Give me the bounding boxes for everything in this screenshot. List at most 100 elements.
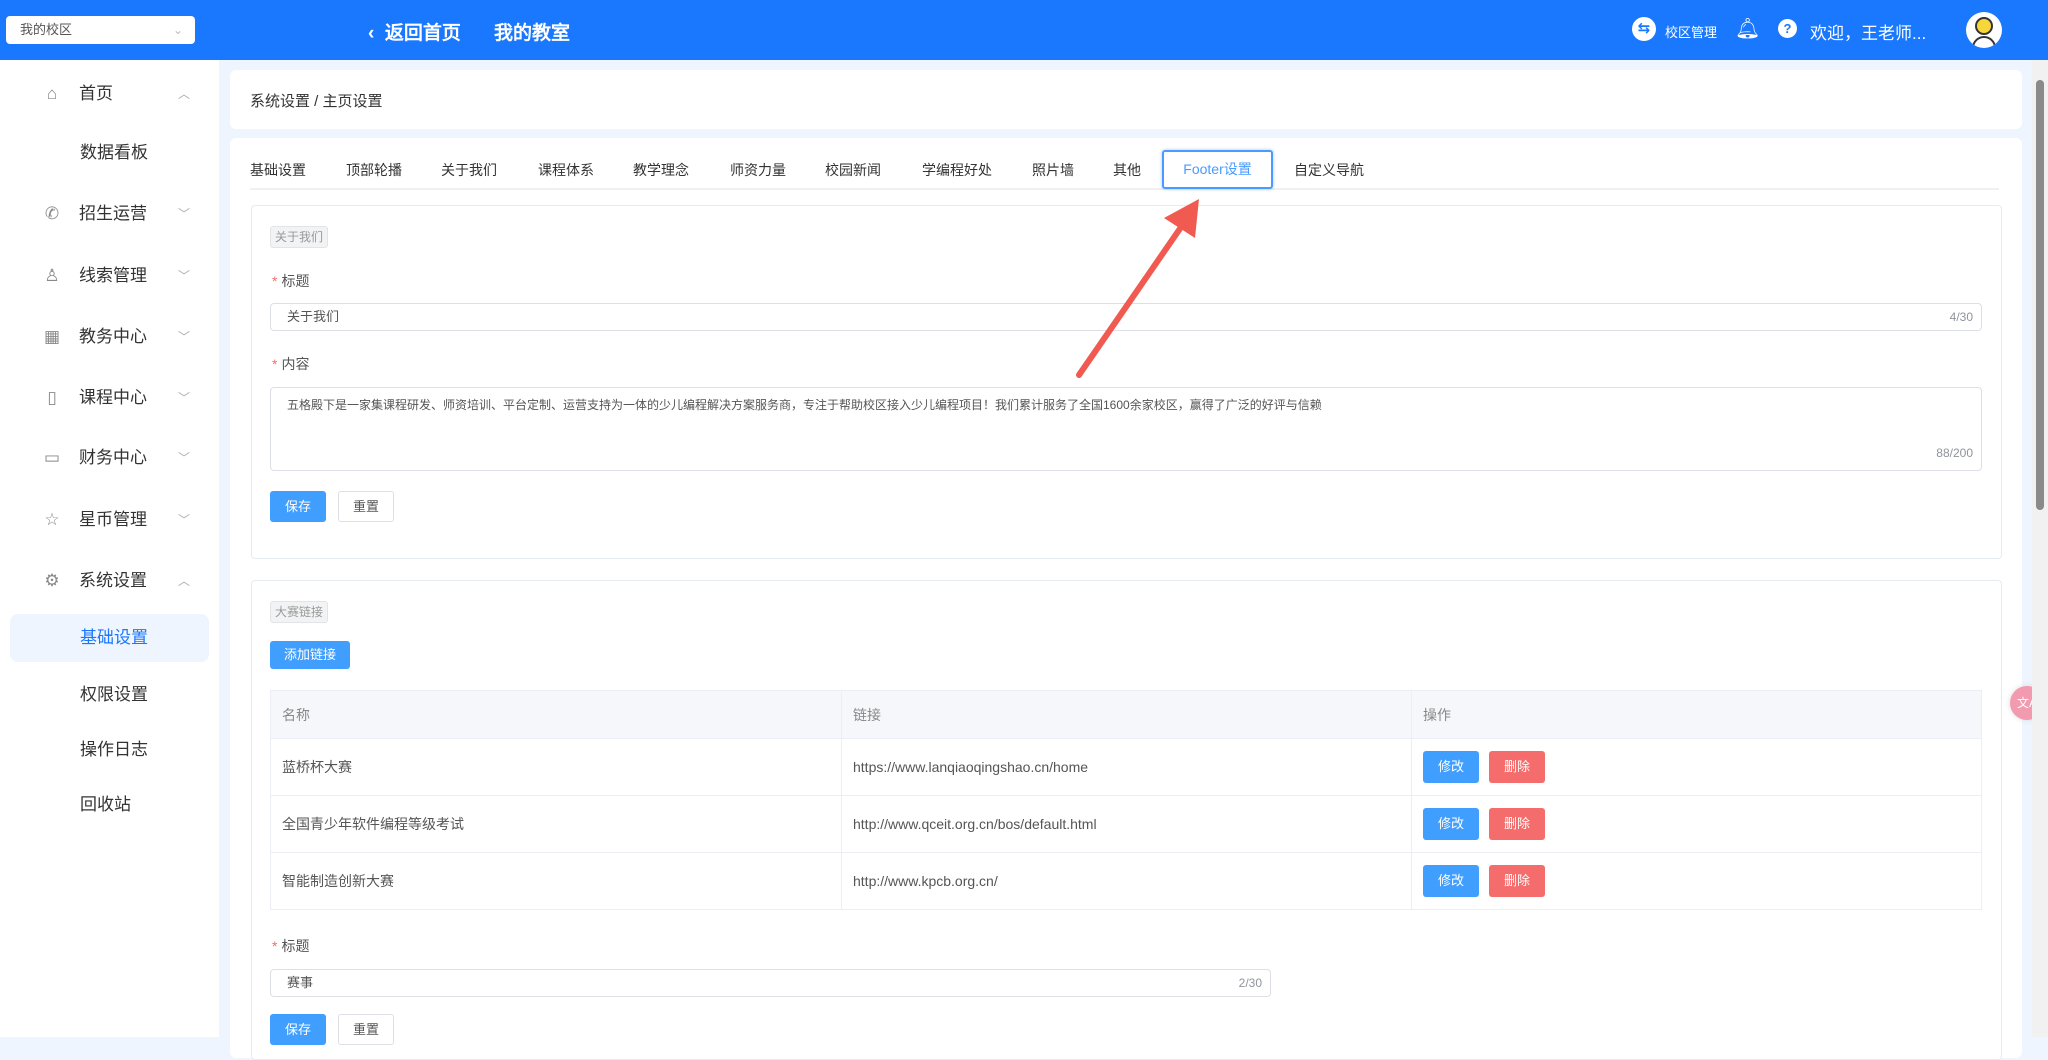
sidebar-item-leads[interactable]: ♙ 线索管理 ﹀ <box>0 254 219 298</box>
contest-link: http://www.kpcb.org.cn/ <box>841 852 1412 910</box>
help-icon[interactable]: ? <box>1778 19 1797 38</box>
my-classroom-link[interactable]: 我的教室 <box>494 18 570 45</box>
campus-manage-link[interactable]: 校区管理 <box>1665 22 1717 41</box>
sidebar: ⌂ 首页 ︿ 数据看板 ✆ 招生运营 ﹀ ♙ 线索管理 ﹀ ▦ 教务中心 ﹀ ▯ 课程中心 ﹀ ▭ 财… <box>0 60 219 1037</box>
sidebar-item-coins[interactable]: ☆ 星币管理 ﹀ <box>0 498 219 542</box>
table-header-row: 名称 链接 操作 <box>270 690 1982 739</box>
tab-footer-settings[interactable]: Footer设置 <box>1162 150 1273 189</box>
breadcrumb-card: 系统设置 / 主页设置 <box>230 70 2022 129</box>
sidebar-item-label: 星币管理 <box>79 510 147 529</box>
actions-cell: 修改 删除 <box>1411 852 1982 910</box>
edit-button[interactable]: 修改 <box>1423 751 1479 783</box>
sidebar-item-home[interactable]: ⌂ 首页 ︿ <box>0 72 219 116</box>
annotation-arrow-icon <box>1076 199 1199 378</box>
title-input-value: 关于我们 <box>287 309 340 324</box>
sidebar-item-label: 回收站 <box>80 795 131 814</box>
title-label: * 标题 <box>272 938 310 954</box>
card-icon: ▭ <box>43 448 61 467</box>
contest-name: 全国青少年软件编程等级考试 <box>270 795 842 853</box>
save-button[interactable]: 保存 <box>270 491 326 522</box>
edit-button[interactable]: 修改 <box>1423 865 1479 897</box>
sidebar-item-courses[interactable]: ▯ 课程中心 ﹀ <box>0 376 219 420</box>
sidebar-item-label: 招生运营 <box>79 204 147 223</box>
tab-custom-nav[interactable]: 自定义导航 <box>1294 160 1364 180</box>
column-header-link: 链接 <box>841 690 1412 739</box>
avatar-body-icon <box>1972 36 1996 48</box>
delete-button[interactable]: 删除 <box>1489 751 1545 783</box>
sidebar-item-logs[interactable]: 操作日志 <box>0 728 219 772</box>
section-tag: 大赛链接 <box>270 601 329 623</box>
sidebar-item-label: 财务中心 <box>79 448 147 467</box>
tab-curriculum[interactable]: 课程体系 <box>538 160 594 180</box>
sidebar-item-academic[interactable]: ▦ 教务中心 ﹀ <box>0 315 219 359</box>
contest-link: http://www.qceit.org.cn/bos/default.html <box>841 795 1412 853</box>
sidebar-item-permissions[interactable]: 权限设置 <box>0 673 219 717</box>
avatar-face-icon <box>1975 17 1993 35</box>
sidebar-item-label: 线索管理 <box>79 266 147 285</box>
chevron-up-icon: ︿ <box>178 87 191 101</box>
chevron-down-icon: ﹀ <box>178 207 191 221</box>
campus-select[interactable]: 我的校区 ⌄ <box>6 16 195 44</box>
building-icon: ▦ <box>43 327 61 346</box>
avatar[interactable] <box>1966 12 2002 48</box>
scrollbar-thumb[interactable] <box>2036 80 2044 510</box>
tab-carousel[interactable]: 顶部轮播 <box>346 160 402 180</box>
sidebar-item-label: 权限设置 <box>80 685 148 704</box>
reset-button[interactable]: 重置 <box>338 491 394 522</box>
switch-icon[interactable]: ⇆ <box>1632 17 1656 41</box>
content-label: * 内容 <box>272 356 310 372</box>
reset-button[interactable]: 重置 <box>338 1014 394 1045</box>
delete-button[interactable]: 删除 <box>1489 865 1545 897</box>
tab-basic[interactable]: 基础设置 <box>250 160 306 180</box>
title-label-text: 标题 <box>281 938 310 954</box>
char-count: 4/30 <box>1949 310 1973 324</box>
content-textarea-value: 五格殿下是一家集课程研发、师资培训、平台定制、运营支持为一体的少儿编程解决方案服… <box>287 398 1322 412</box>
sidebar-item-finance[interactable]: ▭ 财务中心 ﹀ <box>0 436 219 480</box>
tab-news[interactable]: 校园新闻 <box>825 160 881 180</box>
tab-photos[interactable]: 照片墙 <box>1032 160 1074 180</box>
sidebar-item-settings[interactable]: ⚙ 系统设置 ︿ <box>0 559 219 603</box>
tab-other[interactable]: 其他 <box>1113 160 1141 180</box>
chevron-left-icon: ‹ <box>368 23 385 44</box>
sidebar-item-basic-settings[interactable]: 基础设置 <box>10 614 209 662</box>
edit-button[interactable]: 修改 <box>1423 808 1479 840</box>
contest-table: 名称 链接 操作 蓝桥杯大赛 https://www.lanqiaoqingsh… <box>270 690 1982 910</box>
sidebar-item-label: 基础设置 <box>80 628 148 647</box>
delete-button[interactable]: 删除 <box>1489 808 1545 840</box>
chevron-up-icon: ︿ <box>178 574 191 588</box>
chevron-down-icon: ⌄ <box>172 23 183 37</box>
column-header-actions: 操作 <box>1411 690 1982 739</box>
home-icon: ⌂ <box>46 84 58 103</box>
phone-icon: ✆ <box>44 204 60 223</box>
title-label: * 标题 <box>272 273 310 289</box>
tab-benefits[interactable]: 学编程好处 <box>922 160 992 180</box>
bell-icon[interactable]: 🔔︎ <box>1735 16 1760 41</box>
user-icon: ♙ <box>44 266 60 285</box>
column-header-name: 名称 <box>270 690 842 739</box>
chevron-down-icon: ﹀ <box>178 269 191 283</box>
breadcrumb: 系统设置 / 主页设置 <box>250 93 383 110</box>
chevron-down-icon: ﹀ <box>178 391 191 405</box>
sidebar-item-recycle[interactable]: 回收站 <box>0 783 219 827</box>
star-icon: ☆ <box>44 510 60 529</box>
back-home-link[interactable]: ‹ 返回首页 <box>368 18 461 45</box>
contest-section: 大赛链接 添加链接 名称 链接 操作 蓝桥杯大赛 https://www.lan… <box>251 580 2002 1060</box>
contest-name: 蓝桥杯大赛 <box>270 738 842 796</box>
section-tag: 关于我们 <box>270 226 329 248</box>
sidebar-item-label: 课程中心 <box>79 388 147 407</box>
contest-title-input[interactable]: 赛事 2/30 <box>270 969 1271 997</box>
top-header: 我的校区 ⌄ ‹ 返回首页 我的教室 ⇆ 校区管理 🔔︎ ? 欢迎，王老师... <box>0 0 2048 60</box>
title-label-text: 标题 <box>281 273 310 289</box>
table-row: 全国青少年软件编程等级考试 http://www.qceit.org.cn/bo… <box>270 795 1982 853</box>
chevron-down-icon: ﹀ <box>178 451 191 465</box>
tab-philosophy[interactable]: 教学理念 <box>633 160 689 180</box>
actions-cell: 修改 删除 <box>1411 738 1982 796</box>
content-textarea[interactable]: 五格殿下是一家集课程研发、师资培训、平台定制、运营支持为一体的少儿编程解决方案服… <box>270 387 1982 471</box>
char-count: 2/30 <box>1238 976 1262 990</box>
tab-about[interactable]: 关于我们 <box>441 160 497 180</box>
sidebar-item-dashboard[interactable]: 数据看板 <box>0 131 219 175</box>
sidebar-item-enrollment[interactable]: ✆ 招生运营 ﹀ <box>0 192 219 236</box>
save-button[interactable]: 保存 <box>270 1014 326 1045</box>
add-link-button[interactable]: 添加链接 <box>270 641 350 669</box>
tab-teachers[interactable]: 师资力量 <box>730 160 786 180</box>
